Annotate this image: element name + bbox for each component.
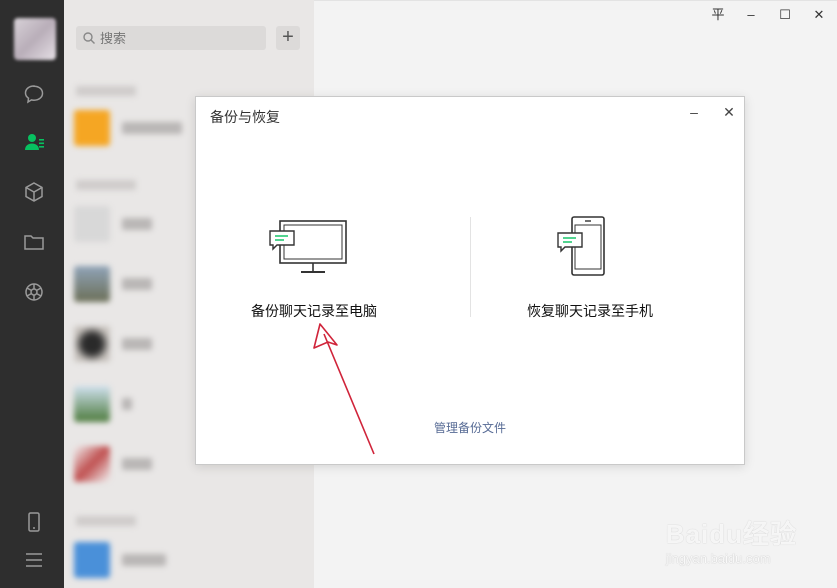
search-box[interactable] (76, 26, 266, 50)
list-item-name (122, 122, 182, 134)
watermark-url: jingyan.baidu.com (665, 551, 771, 566)
contacts-icon[interactable] (20, 128, 48, 156)
phone-icon[interactable] (20, 508, 48, 536)
moments-icon[interactable] (20, 278, 48, 306)
section-header (76, 516, 136, 526)
avatar (74, 542, 110, 578)
watermark-logo: Baidu经验 (665, 519, 797, 549)
avatar (74, 266, 110, 302)
restore-to-phone-option[interactable]: 恢复聊天记录至手机 (516, 207, 716, 327)
list-item-name (122, 278, 152, 290)
menu-icon[interactable] (20, 546, 48, 574)
minimize-button[interactable]: – (740, 5, 762, 25)
baidu-watermark: Baidu经验 jingyan.baidu.com (666, 514, 797, 566)
dialog-title: 备份与恢复 (210, 109, 280, 125)
avatar (74, 446, 110, 482)
search-icon (83, 32, 95, 44)
list-item-name (122, 398, 132, 410)
list-item[interactable] (74, 542, 304, 586)
list-item-name (122, 458, 152, 470)
backup-to-pc-option[interactable]: 备份聊天记录至电脑 (236, 207, 436, 327)
phone-chat-icon (557, 216, 605, 276)
section-header (76, 180, 136, 190)
annotation-arrow (313, 323, 375, 455)
list-item-name (122, 338, 152, 350)
close-button[interactable]: ✕ (808, 5, 830, 25)
folder-icon[interactable] (20, 228, 48, 256)
monitor-chat-icon (269, 220, 347, 273)
favorites-icon[interactable] (20, 178, 48, 206)
maximize-button[interactable]: ☐ (774, 5, 796, 25)
nav-sidebar (0, 0, 64, 588)
list-item-name (122, 554, 166, 566)
avatar (74, 206, 110, 242)
divider (470, 217, 471, 317)
avatar (74, 110, 110, 146)
manage-backup-files-link[interactable]: 管理备份文件 (196, 419, 744, 436)
dialog-minimize-button[interactable]: – (685, 103, 703, 121)
avatar (74, 326, 110, 362)
search-input[interactable] (100, 26, 260, 50)
backup-restore-dialog: 备份与恢复 – ✕ 备份聊天记录至电脑 恢复聊天记录至手机 管理备份文件 (195, 96, 745, 465)
add-button[interactable]: + (276, 26, 300, 50)
avatar (74, 386, 110, 422)
pin-button[interactable]: 平 (707, 5, 729, 25)
restore-to-phone-label: 恢复聊天记录至手机 (527, 303, 653, 319)
dialog-close-button[interactable]: ✕ (720, 103, 738, 121)
section-header (76, 86, 136, 96)
list-item-name (122, 218, 152, 230)
avatar[interactable] (14, 18, 56, 60)
chat-icon[interactable] (20, 80, 48, 108)
